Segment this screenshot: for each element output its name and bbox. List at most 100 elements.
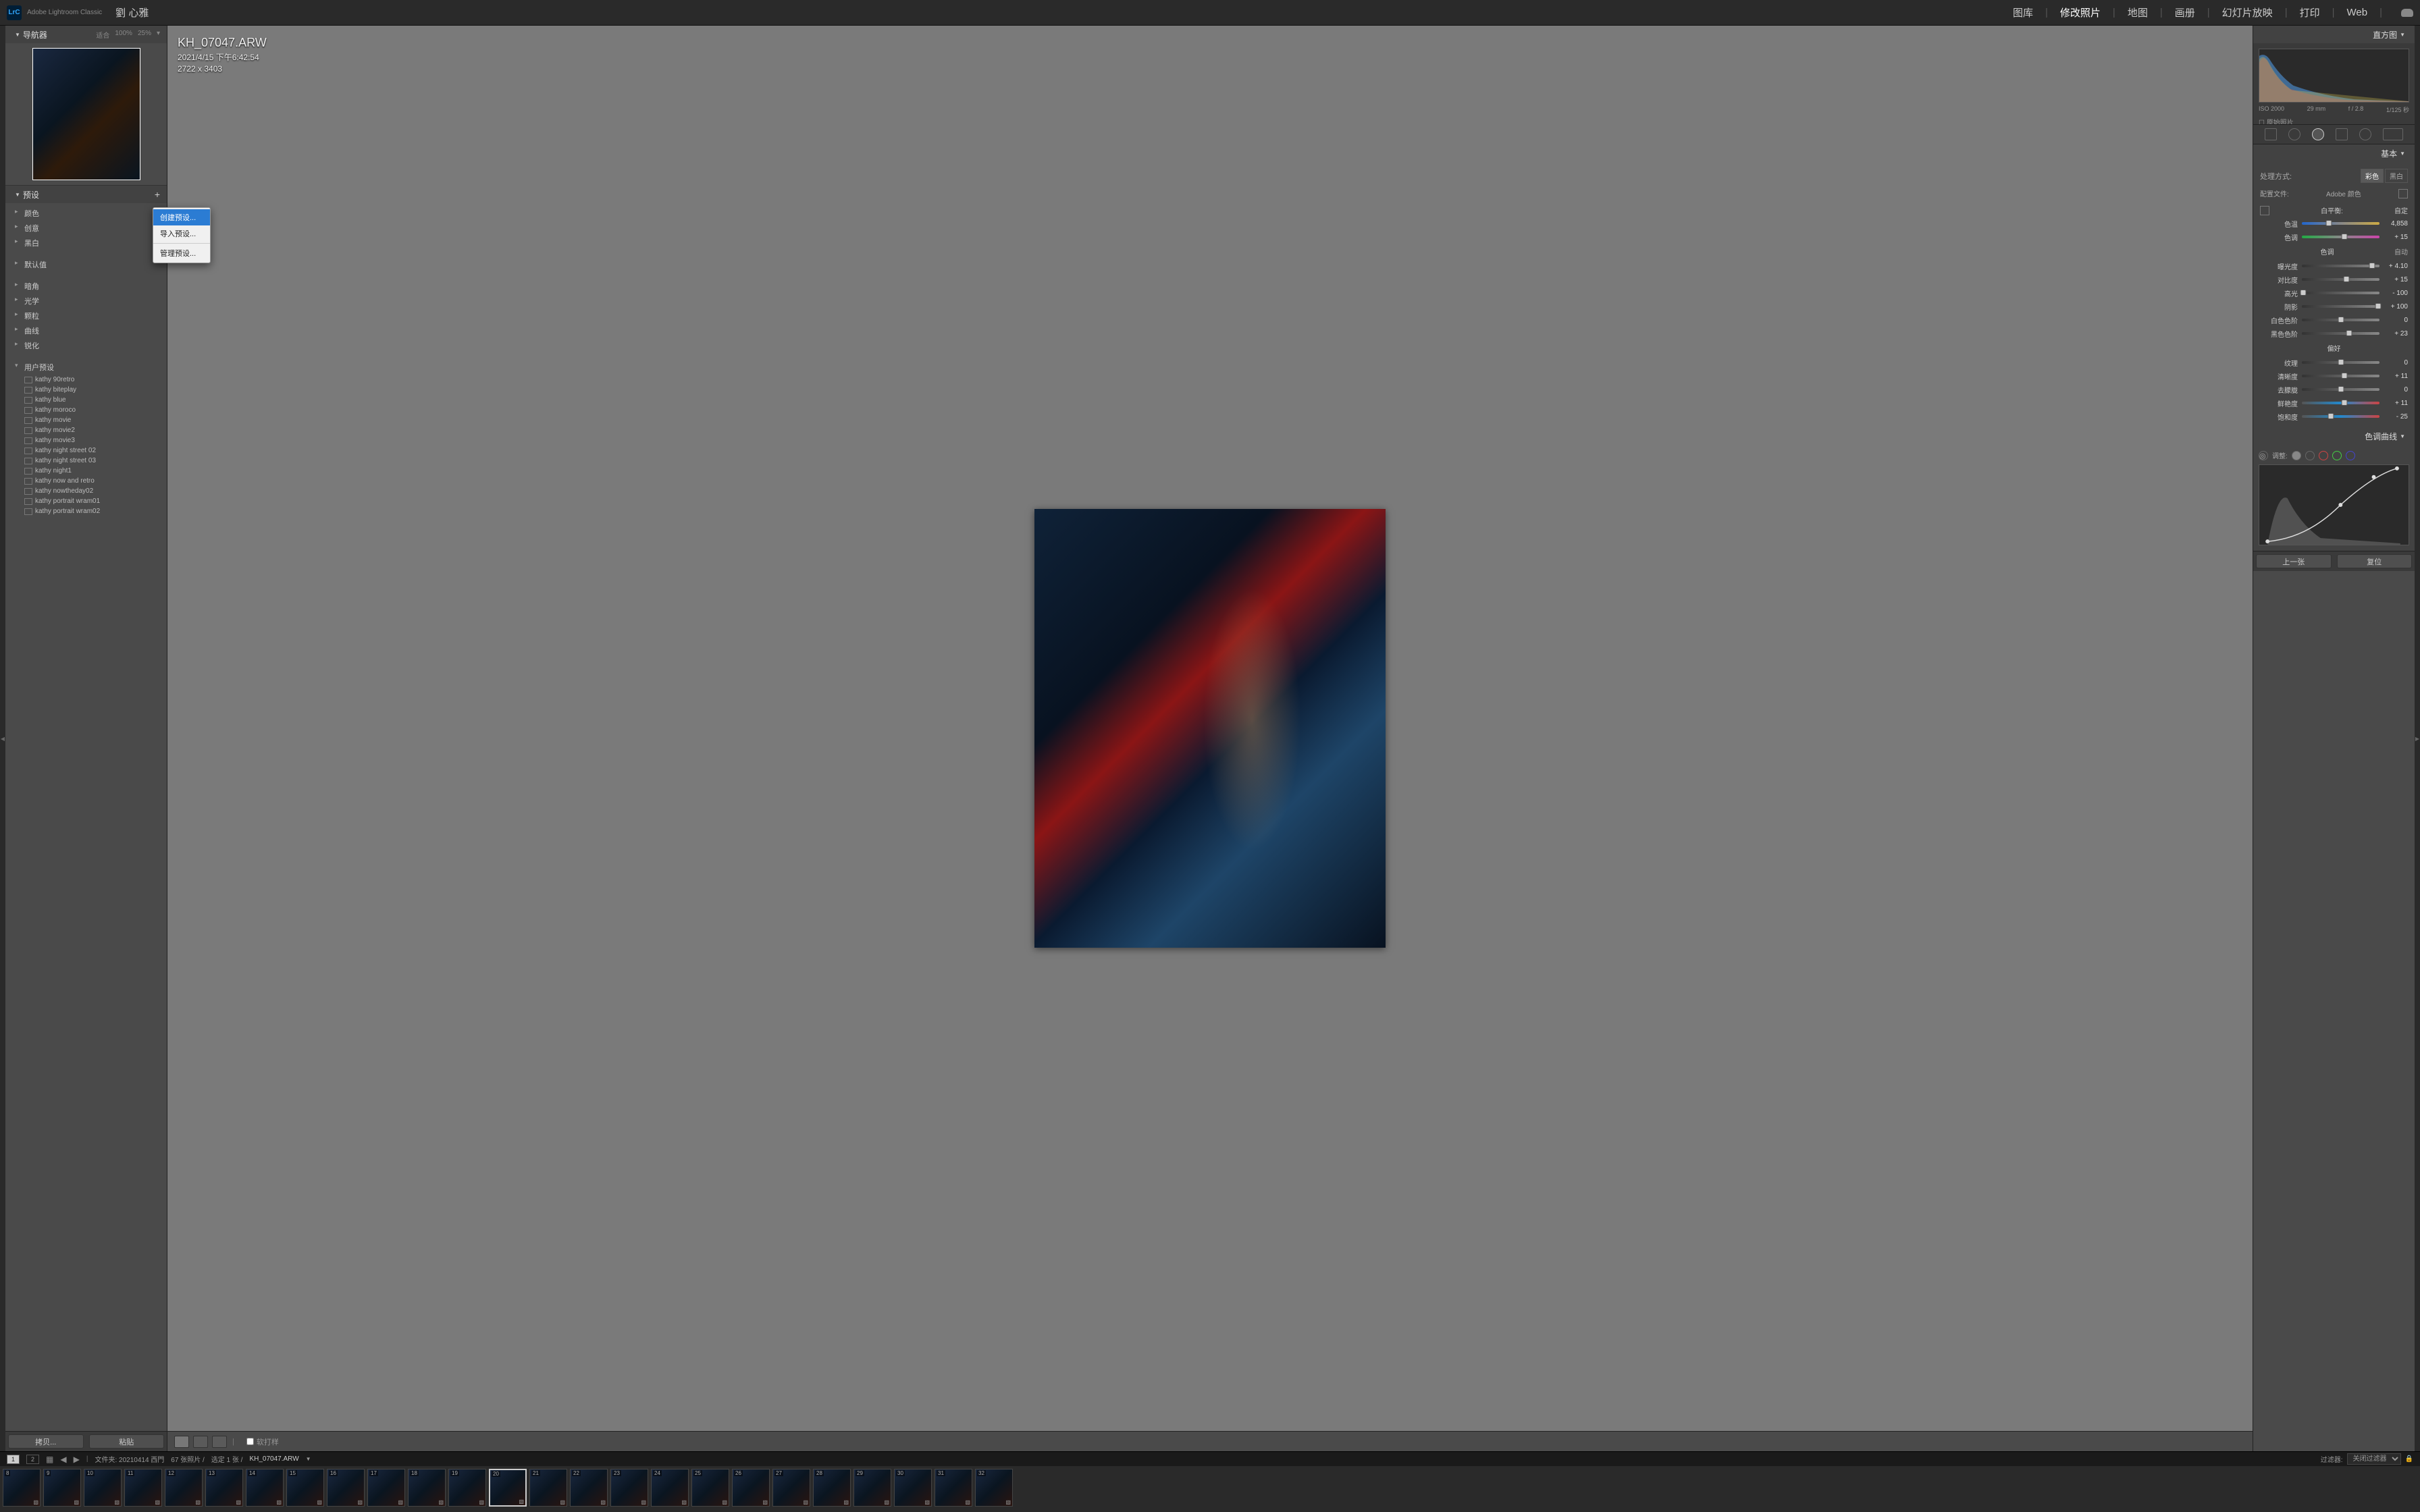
before-after-lr-button[interactable] (193, 1436, 208, 1448)
filmstrip-thumb[interactable]: 9▧ (43, 1469, 81, 1507)
preset-item[interactable]: kathy now and retro (5, 476, 167, 486)
filmstrip-thumb[interactable]: 32▧ (975, 1469, 1013, 1507)
paste-button[interactable]: 粘贴 (89, 1434, 165, 1449)
right-panel-toggle[interactable]: ▶ (2415, 26, 2420, 1451)
profile-browser-icon[interactable] (2398, 189, 2408, 198)
exposure-slider[interactable] (2302, 265, 2379, 267)
zoom-100[interactable]: 100% (115, 30, 132, 40)
dehaze-slider[interactable] (2302, 388, 2379, 391)
filmstrip-thumb[interactable]: 14▧ (246, 1469, 284, 1507)
image-canvas[interactable]: KH_07047.ARW 2021/4/15 下午6:42:54 2722 x … (167, 26, 2253, 1431)
whites-slider[interactable] (2302, 319, 2379, 321)
grad-filter-tool[interactable] (2336, 128, 2348, 140)
blacks-slider[interactable] (2302, 332, 2379, 335)
soft-proof-checkbox[interactable] (246, 1438, 254, 1445)
tone-curve-canvas[interactable] (2259, 464, 2409, 545)
preset-item[interactable]: kathy night street 03 (5, 456, 167, 466)
brush-tool[interactable] (2383, 128, 2403, 140)
filmstrip-thumb[interactable]: 25▧ (691, 1469, 729, 1507)
reset-button[interactable]: 复位 (2337, 554, 2413, 568)
identity-plate[interactable]: 劉 心雅 (115, 5, 149, 20)
module-slideshow[interactable]: 幻灯片放映 (2222, 5, 2273, 20)
preset-item[interactable]: kathy movie2 (5, 425, 167, 435)
spot-tool[interactable] (2288, 128, 2300, 140)
redeye-tool[interactable] (2312, 128, 2324, 140)
preset-group-grain[interactable]: 颗粒 (5, 308, 167, 323)
copy-button[interactable]: 拷贝... (8, 1434, 84, 1449)
folder-path[interactable]: 文件夹: 20210414 西門 (95, 1454, 164, 1464)
filmstrip-thumb[interactable]: 23▧ (610, 1469, 648, 1507)
temp-value[interactable]: 4,858 (2384, 220, 2408, 227)
filmstrip-thumb[interactable]: 15▧ (286, 1469, 324, 1507)
preset-group-defaults[interactable]: 默认值 (5, 257, 167, 272)
tint-value[interactable]: + 15 (2384, 234, 2408, 241)
filmstrip-thumb[interactable]: 26▧ (732, 1469, 770, 1507)
preset-group-curves[interactable]: 曲线 (5, 323, 167, 338)
filmstrip-thumb[interactable]: 11▧ (124, 1469, 162, 1507)
preset-item[interactable]: kathy portrait wram02 (5, 506, 167, 516)
menu-create-preset[interactable]: 创建预设... (153, 209, 210, 225)
preset-group-sharpen[interactable]: 锐化 (5, 338, 167, 353)
curve-red-icon[interactable] (2319, 451, 2328, 460)
module-book[interactable]: 画册 (2175, 5, 2195, 20)
exposure-value[interactable]: + 4.10 (2384, 263, 2408, 270)
curve-param-icon[interactable] (2292, 451, 2301, 460)
navigator-preview[interactable] (5, 43, 167, 185)
highlights-value[interactable]: - 100 (2384, 290, 2408, 297)
clarity-value[interactable]: + 11 (2384, 373, 2408, 380)
preset-item[interactable]: kathy portrait wram01 (5, 496, 167, 506)
saturation-value[interactable]: - 25 (2384, 413, 2408, 421)
grid-view-icon[interactable]: ▦ (46, 1455, 53, 1464)
navigator-zoom-options[interactable]: 适合 100% 25% ▾ (96, 30, 160, 40)
texture-slider[interactable] (2302, 361, 2379, 364)
texture-value[interactable]: 0 (2384, 359, 2408, 367)
filmstrip-thumb[interactable]: 18▧ (408, 1469, 446, 1507)
add-preset-button[interactable]: + (155, 189, 160, 200)
nav-fwd-icon[interactable]: ▶ (74, 1455, 80, 1464)
filter-lock-icon[interactable]: 🔒 (2405, 1455, 2413, 1463)
zoom-dropdown-icon[interactable]: ▾ (157, 30, 160, 40)
filmstrip-thumb[interactable]: 20▧ (489, 1469, 527, 1507)
filmstrip-thumb[interactable]: 21▧ (529, 1469, 567, 1507)
filmstrip-thumb[interactable]: 30▧ (894, 1469, 932, 1507)
cloud-sync-icon[interactable] (2401, 9, 2413, 17)
filmstrip-thumb[interactable]: 31▧ (935, 1469, 972, 1507)
filmstrip-thumb[interactable]: 16▧ (327, 1469, 365, 1507)
menu-import-preset[interactable]: 导入预设... (153, 225, 210, 242)
histogram-header[interactable]: 直方图 ▼ (2253, 26, 2415, 43)
highlights-slider[interactable] (2302, 292, 2379, 294)
zoom-25[interactable]: 25% (138, 30, 151, 40)
clarity-slider[interactable] (2302, 375, 2379, 377)
module-develop[interactable]: 修改照片 (2060, 5, 2101, 20)
vibrance-value[interactable]: + 11 (2384, 400, 2408, 407)
soft-proof-toggle[interactable]: 软打样 (246, 1436, 279, 1447)
zoom-fit[interactable]: 适合 (96, 30, 109, 40)
preset-item[interactable]: kathy blue (5, 395, 167, 405)
filmstrip-thumb[interactable]: 17▧ (367, 1469, 405, 1507)
temp-slider[interactable] (2302, 222, 2379, 225)
preset-item[interactable]: kathy biteplay (5, 385, 167, 395)
module-library[interactable]: 图库 (2013, 5, 2033, 20)
preset-group-user[interactable]: 用户预设 (5, 360, 167, 375)
left-panel-toggle[interactable]: ◀ (0, 26, 5, 1451)
menu-manage-preset[interactable]: 管理预设... (153, 245, 210, 261)
contrast-value[interactable]: + 15 (2384, 276, 2408, 284)
vibrance-slider[interactable] (2302, 402, 2379, 404)
preset-item[interactable]: kathy movie (5, 415, 167, 425)
navigator-header[interactable]: ▼ 导航器 适合 100% 25% ▾ (5, 26, 167, 43)
filmstrip-thumb[interactable]: 22▧ (570, 1469, 608, 1507)
preset-item[interactable]: kathy night street 02 (5, 446, 167, 456)
module-print[interactable]: 打印 (2300, 5, 2320, 20)
preset-item[interactable]: kathy nowtheday02 (5, 486, 167, 496)
preset-group-vignette[interactable]: 暗角 (5, 279, 167, 294)
module-web[interactable]: Web (2347, 7, 2368, 18)
previous-button[interactable]: 上一张 (2256, 554, 2332, 568)
saturation-slider[interactable] (2302, 415, 2379, 418)
curve-green-icon[interactable] (2332, 451, 2342, 460)
filmstrip-thumb[interactable]: 12▧ (165, 1469, 203, 1507)
dehaze-value[interactable]: 0 (2384, 386, 2408, 394)
curve-target-icon[interactable]: ◎ (2259, 451, 2268, 460)
tone-curve-header[interactable]: 色调曲线 ▼ (2253, 427, 2415, 445)
second-monitor-2[interactable]: 2 (26, 1455, 39, 1464)
preset-group-optics[interactable]: 光学 (5, 294, 167, 308)
